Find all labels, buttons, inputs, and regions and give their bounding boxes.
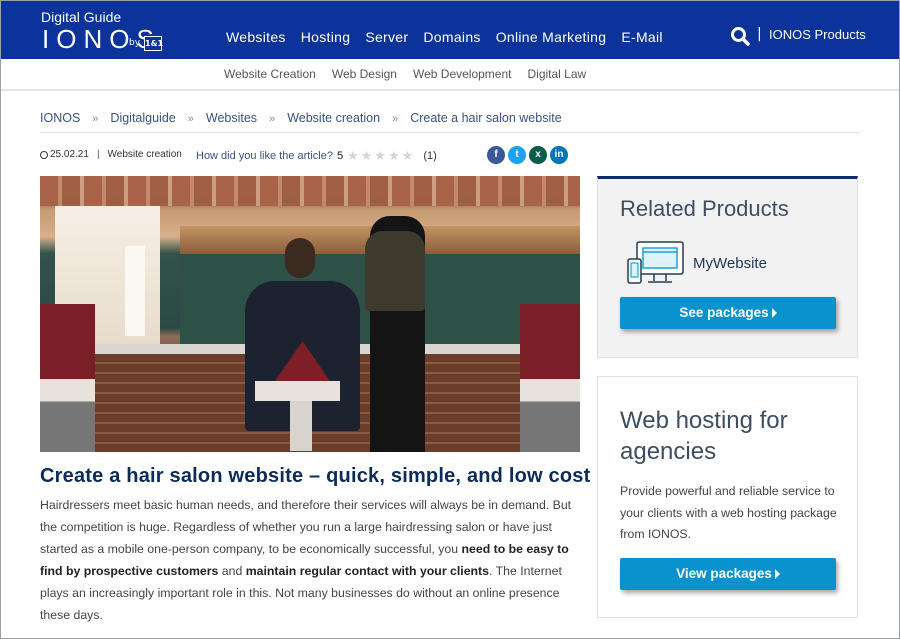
intro-emphasis: maintain regular contact with your clien… bbox=[245, 564, 489, 578]
meta-separator: | bbox=[96, 149, 100, 160]
breadcrumb-websites[interactable]: Websites bbox=[206, 111, 257, 127]
nav-hosting[interactable]: Hosting bbox=[301, 29, 351, 45]
xing-icon[interactable]: x bbox=[529, 146, 547, 164]
breadcrumb-website-creation[interactable]: Website creation bbox=[287, 111, 380, 127]
article-category: Website creation bbox=[107, 149, 182, 160]
related-products-box: Related Products MyWebsite See packages bbox=[597, 176, 858, 358]
breadcrumb-separator: » bbox=[392, 113, 399, 125]
subnav-web-development[interactable]: Web Development bbox=[413, 67, 512, 81]
nav-server[interactable]: Server bbox=[365, 29, 408, 45]
caret-right-icon bbox=[774, 569, 780, 579]
article-intro: Hairdressers meet basic human needs, and… bbox=[40, 494, 585, 626]
website-devices-icon bbox=[627, 241, 684, 284]
image-chair-seat bbox=[255, 381, 340, 401]
rating-question: How did you like the article? bbox=[196, 150, 333, 162]
subnav-website-creation[interactable]: Website Creation bbox=[224, 67, 316, 81]
image-barber-chair-left bbox=[40, 304, 95, 452]
image-barber-chair-right bbox=[520, 304, 580, 452]
caret-right-icon bbox=[771, 308, 777, 318]
related-products-title: Related Products bbox=[620, 196, 789, 221]
breadcrumb-separator: » bbox=[92, 113, 99, 125]
subnav-web-design[interactable]: Web Design bbox=[332, 67, 397, 81]
breadcrumb-digitalguide[interactable]: Digitalguide bbox=[110, 111, 175, 127]
twitter-icon[interactable]: t bbox=[508, 146, 526, 164]
image-chair-base bbox=[290, 401, 312, 451]
star-icon[interactable]: ★ bbox=[402, 148, 414, 164]
ionos-products-link[interactable]: IONOS Products bbox=[769, 27, 866, 42]
mywebsite-product-name[interactable]: MyWebsite bbox=[693, 255, 767, 272]
nav-email[interactable]: E-Mail bbox=[621, 29, 662, 45]
star-icon[interactable]: ★ bbox=[388, 148, 400, 164]
clock-icon bbox=[40, 150, 48, 159]
nav-domains[interactable]: Domains bbox=[423, 29, 480, 45]
intro-text: and bbox=[218, 564, 246, 578]
nav-separator: | bbox=[757, 26, 762, 42]
image-barber-shirt bbox=[365, 231, 425, 311]
see-packages-label: See packages bbox=[679, 305, 769, 320]
article-hero-image bbox=[40, 176, 580, 452]
see-packages-button[interactable]: See packages bbox=[620, 297, 836, 329]
image-customer-head bbox=[285, 238, 315, 278]
logo-by-text: by bbox=[129, 38, 141, 48]
breadcrumb-divider bbox=[40, 132, 860, 133]
article-rating: How did you like the article? 5 ★ ★ ★ ★ … bbox=[196, 148, 437, 164]
view-packages-label: View packages bbox=[676, 566, 772, 581]
article-meta: 25.02.21 | Website creation bbox=[40, 149, 182, 160]
logo-subtitle[interactable]: Digital Guide bbox=[41, 9, 121, 25]
top-navigation-bar: Digital Guide IONOS by 1&1 Websites Host… bbox=[0, 0, 900, 59]
promo-text: Provide powerful and reliable service to… bbox=[620, 484, 837, 541]
breadcrumb-ionos[interactable]: IONOS bbox=[40, 111, 80, 127]
star-icon[interactable]: ★ bbox=[374, 148, 386, 164]
star-icon[interactable]: ★ bbox=[347, 148, 359, 164]
logo-1and1-badge: 1&1 bbox=[144, 36, 163, 51]
breadcrumb-separator: » bbox=[187, 113, 194, 125]
nav-online-marketing[interactable]: Online Marketing bbox=[496, 29, 607, 45]
view-packages-button[interactable]: View packages bbox=[620, 558, 836, 590]
image-brick-wall bbox=[40, 176, 580, 206]
subnav-digital-law[interactable]: Digital Law bbox=[527, 67, 586, 81]
ionos-logo[interactable]: IONOS bbox=[42, 24, 161, 55]
social-share-buttons: f t x in bbox=[487, 146, 568, 164]
linkedin-icon[interactable]: in bbox=[550, 146, 568, 164]
rating-count: (1) bbox=[423, 150, 437, 162]
rating-value: 5 bbox=[336, 150, 344, 162]
star-icon[interactable]: ★ bbox=[361, 148, 373, 164]
main-nav: Websites Hosting Server Domains Online M… bbox=[226, 29, 663, 45]
promo-title: Web hosting for agencies bbox=[620, 407, 788, 465]
breadcrumb-separator: » bbox=[269, 113, 276, 125]
article-title: Create a hair salon website – quick, sim… bbox=[40, 465, 591, 487]
image-window-pane bbox=[125, 246, 145, 336]
nav-websites[interactable]: Websites bbox=[226, 29, 286, 45]
publish-date: 25.02.21 bbox=[50, 149, 89, 160]
web-hosting-promo-box: Web hosting for agencies Provide powerfu… bbox=[597, 376, 858, 618]
facebook-icon[interactable]: f bbox=[487, 146, 505, 164]
breadcrumb-current-page[interactable]: Create a hair salon website bbox=[410, 111, 561, 127]
breadcrumb: IONOS » Digitalguide » Websites » Websit… bbox=[40, 111, 562, 127]
sub-navigation: Website Creation Web Design Web Developm… bbox=[0, 59, 900, 91]
search-icon[interactable] bbox=[730, 26, 750, 46]
